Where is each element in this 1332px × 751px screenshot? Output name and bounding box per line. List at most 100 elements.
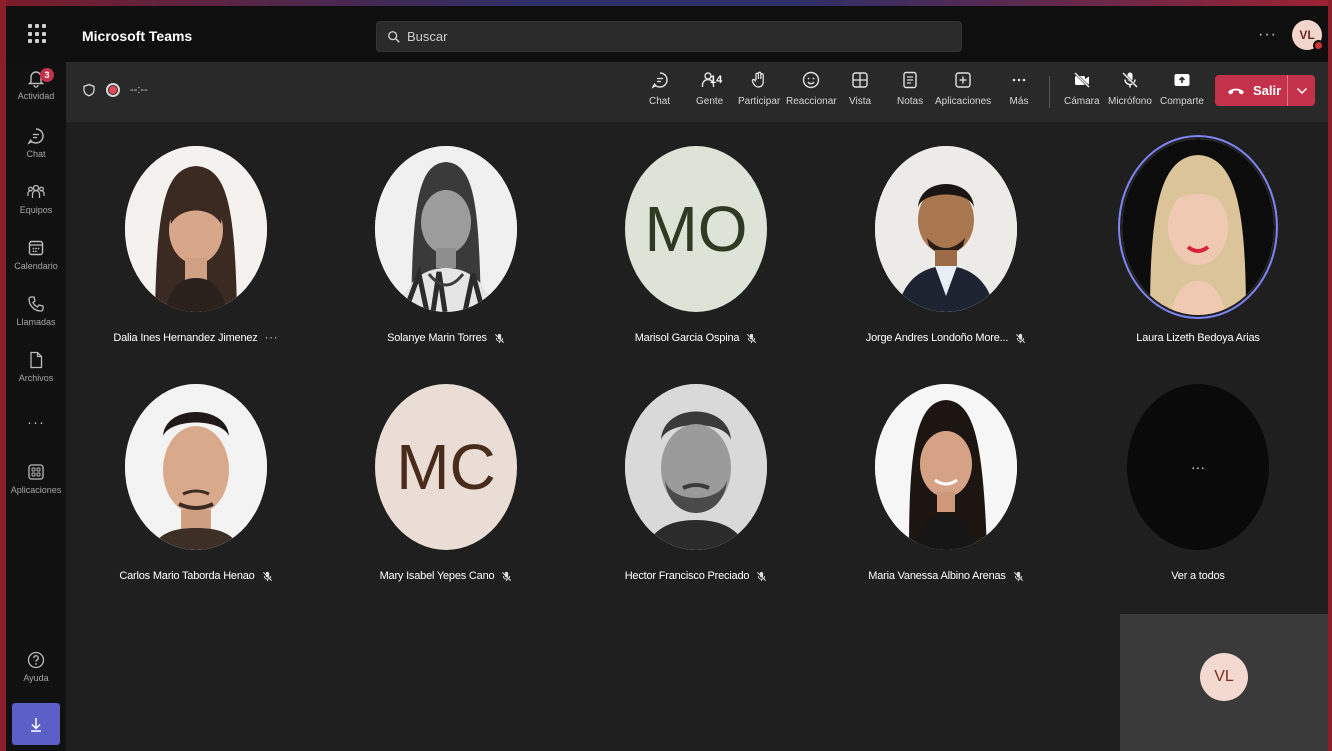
self-view[interactable]: VL <box>1120 614 1328 751</box>
title-bar: Microsoft Teams ··· VL <box>6 6 1328 62</box>
search-box[interactable] <box>376 21 962 52</box>
participant-photo <box>875 146 1017 312</box>
participant-tile[interactable]: MO Marisol Garcia Ospina <box>576 146 816 344</box>
share-screen-icon <box>1174 74 1190 86</box>
rail-label: Archivos <box>18 373 54 383</box>
muted-mic-icon <box>262 571 272 581</box>
participant-tile[interactable]: MC Mary Isabel Yepes Cano <box>326 384 566 582</box>
participant-name-row: Mary Isabel Yepes Cano <box>380 570 513 582</box>
participant-name-row: Jorge Andres Londoño More... <box>866 332 1026 344</box>
rail-more-icon[interactable]: ··· <box>6 414 66 431</box>
participant-tile[interactable]: Dalia Ines Hernandez Jimenez ··· <box>76 146 316 344</box>
help-icon <box>27 651 45 669</box>
meeting-status: --:-- <box>82 83 148 97</box>
toolbar-raise-hand-button[interactable]: Participar <box>738 70 780 116</box>
participant-name: Hector Francisco Preciado <box>624 570 750 582</box>
smiley-icon <box>803 71 820 89</box>
download-arrow-icon <box>31 718 41 732</box>
participant-photo <box>1122 139 1274 315</box>
muted-mic-icon <box>1013 571 1023 581</box>
rail-item-activity[interactable]: 3 Actividad <box>6 68 66 118</box>
participant-name: Solanye Marin Torres <box>387 332 487 344</box>
participant-initials-avatar: MO <box>625 146 767 312</box>
participant-more-icon[interactable]: ··· <box>265 332 279 344</box>
view-all-dots-icon: ··· <box>1191 459 1205 475</box>
participant-photo <box>375 146 517 312</box>
participant-name-row: Dalia Ines Hernandez Jimenez ··· <box>113 332 278 344</box>
leave-button[interactable]: Salir <box>1215 75 1315 106</box>
rail-label: Chat <box>26 149 46 159</box>
participant-photo <box>125 146 267 312</box>
rail-item-teams[interactable]: Equipos <box>6 182 66 232</box>
participant-tile[interactable]: Jorge Andres Londoño More... <box>826 146 1066 344</box>
share-button[interactable]: Comparte <box>1160 70 1204 116</box>
shield-icon <box>83 83 95 97</box>
participant-tile[interactable]: Carlos Mario Taborda Henao <box>76 384 316 582</box>
participant-tile[interactable]: Hector Francisco Preciado <box>576 384 816 582</box>
toolbar-label: Comparte <box>1160 96 1204 107</box>
rail-label: Calendario <box>14 261 58 271</box>
self-avatar: VL <box>1200 653 1248 701</box>
chat-icon <box>650 72 668 89</box>
meeting-toolbar: --:-- Chat 14 Gente Participar Reacciona… <box>66 62 1328 122</box>
search-input[interactable] <box>407 29 907 44</box>
activity-badge: 3 <box>40 68 54 82</box>
participant-name: Carlos Mario Taborda Henao <box>119 570 255 582</box>
toolbar-chat-button[interactable]: Chat <box>649 70 670 116</box>
rail-label: Ayuda <box>23 673 49 683</box>
toolbar-more-button[interactable]: Más <box>1009 70 1029 116</box>
toolbar-react-button[interactable]: Reaccionar <box>786 70 837 116</box>
toolbar-label: Micrófono <box>1108 96 1152 107</box>
participant-initials: MO <box>644 193 748 265</box>
app-title: Microsoft Teams <box>82 28 193 44</box>
muted-mic-icon <box>494 333 504 343</box>
leave-main[interactable]: Salir <box>1215 83 1287 98</box>
toolbar-label: Chat <box>649 96 671 107</box>
settings-more-icon[interactable]: ··· <box>1258 26 1277 44</box>
participant-name: Jorge Andres Londoño More... <box>865 332 1009 344</box>
toolbar-label: Gente <box>696 96 724 107</box>
user-avatar-initials: VL <box>1299 28 1315 42</box>
toolbar-apps-button[interactable]: Aplicaciones <box>935 70 991 116</box>
participant-name: Dalia Ines Hernandez Jimenez <box>113 332 258 344</box>
mic-off-icon <box>1122 72 1138 88</box>
rail-item-apps[interactable]: Aplicaciones <box>6 462 66 512</box>
teams-group-icon <box>27 184 45 198</box>
rail-label: Aplicaciones <box>10 485 62 495</box>
download-button[interactable] <box>12 703 60 745</box>
rail-label: Llamadas <box>16 317 56 327</box>
camera-toggle-button[interactable]: Cámara <box>1064 70 1100 116</box>
participant-name-row: Marisol Garcia Ospina <box>635 332 758 344</box>
participant-name: Maria Vanessa Albino Arenas <box>868 570 1006 582</box>
rail-item-files[interactable]: Archivos <box>6 350 66 400</box>
toolbar-label: Participar <box>738 96 781 107</box>
participant-name: Mary Isabel Yepes Cano <box>379 570 495 582</box>
muted-mic-icon <box>1016 333 1026 343</box>
toolbar-people-button[interactable]: 14 Gente <box>696 70 723 116</box>
hang-up-icon <box>1228 88 1244 94</box>
muted-mic-icon <box>502 571 512 581</box>
participant-tile-speaking[interactable]: Laura Lizeth Bedoya Arias <box>1078 135 1318 344</box>
participant-name: Marisol Garcia Ospina <box>634 332 740 344</box>
meeting-stage: Dalia Ines Hernandez Jimenez ··· Solanye… <box>66 122 1328 751</box>
mic-toggle-button[interactable]: Micrófono <box>1108 70 1152 116</box>
user-avatar[interactable]: VL <box>1292 20 1324 51</box>
meeting-timer: --:-- <box>130 84 148 96</box>
raise-hand-icon <box>751 71 764 88</box>
rail-item-help[interactable]: Ayuda <box>6 650 66 700</box>
rail-item-calls[interactable]: Llamadas <box>6 294 66 344</box>
leave-options-chevron-icon[interactable] <box>1288 87 1315 95</box>
participant-tile[interactable]: Maria Vanessa Albino Arenas <box>826 384 1066 582</box>
participant-name-row: Laura Lizeth Bedoya Arias <box>1136 332 1260 344</box>
app-launcher-icon[interactable] <box>28 24 48 44</box>
toolbar-view-button[interactable]: Vista <box>849 70 871 116</box>
toolbar-notes-button[interactable]: Notas <box>897 70 923 116</box>
presence-busy-icon <box>1313 40 1324 51</box>
chat-icon <box>27 128 44 145</box>
participant-tile[interactable]: Solanye Marin Torres <box>326 146 566 344</box>
toolbar-label: Aplicaciones <box>935 96 992 107</box>
toolbar-label: Notas <box>897 96 924 107</box>
rail-item-calendar[interactable]: Calendario <box>6 238 66 288</box>
rail-item-chat[interactable]: Chat <box>6 126 66 176</box>
view-all-tile[interactable]: ··· Ver a todos <box>1078 384 1318 582</box>
